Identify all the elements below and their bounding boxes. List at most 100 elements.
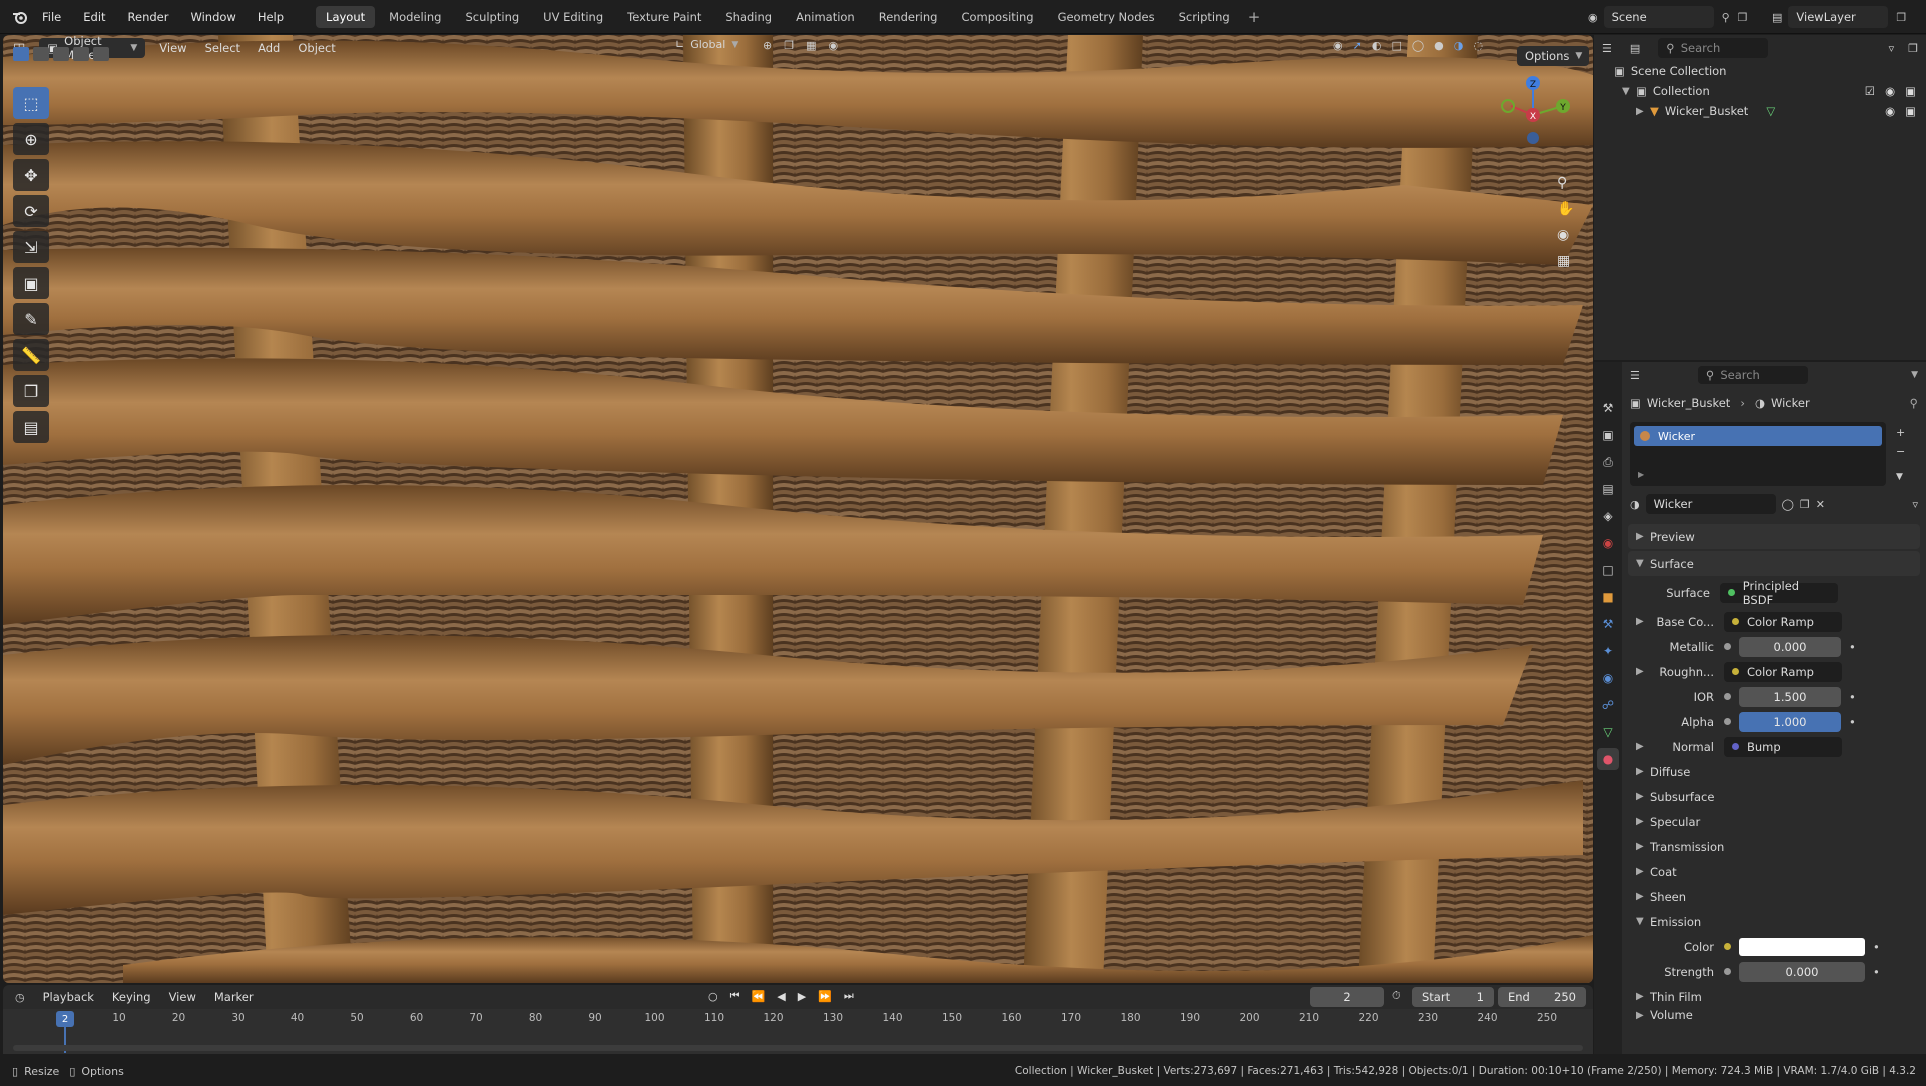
subpanel-subsurface[interactable]: ▶ Subsurface [1622,784,1926,809]
playhead-marker[interactable]: 2 [56,1011,74,1027]
tree-scene-collection[interactable]: ▣ Scene Collection [1594,61,1926,81]
play-reverse-icon[interactable]: ◀ [777,990,785,1003]
wireframe-shading-icon[interactable]: ◯ [1412,39,1424,52]
prev-keyframe-icon[interactable]: ⏪ [752,990,766,1003]
keyframe-dot-icon[interactable]: • [1873,965,1880,979]
mesh-data-icon[interactable]: ▽ [1766,104,1775,118]
menu-add[interactable]: Add [258,41,280,55]
tab-sculpting[interactable]: Sculpting [455,6,529,28]
add-cube-tool-icon[interactable]: ❐ [13,375,49,407]
eye-icon[interactable]: ◉ [1885,84,1895,98]
menu-marker[interactable]: Marker [214,990,254,1004]
material-shading-icon[interactable]: ◑ [1454,39,1464,52]
gizmo-toggle-icon[interactable]: ➚ [1353,39,1362,52]
camera-icon[interactable]: ▣ [1905,84,1916,98]
tab-scripting[interactable]: Scripting [1169,6,1240,28]
select-new-icon[interactable] [13,47,29,61]
timeline-track[interactable]: 10 20 30 40 50 60 70 80 90 100 110 120 130 140 150 160 1… [3,1009,1593,1054]
material-slot-item[interactable]: Wicker [1634,426,1882,446]
tab-layout[interactable]: Layout [316,5,376,28]
tab-modeling[interactable]: Modeling [379,6,451,28]
chevron-right-icon[interactable]: ▶ [1636,616,1650,627]
view-layer-selector[interactable]: ▤ ViewLayer ❐ [1772,6,1906,28]
tab-geometry-nodes[interactable]: Geometry Nodes [1048,6,1165,28]
jump-start-icon[interactable]: ⏮ [730,989,740,1003]
select-subtract-icon[interactable] [53,47,69,61]
menu-keying[interactable]: Keying [112,990,151,1004]
keyframe-dot-icon[interactable]: • [1849,715,1856,729]
object-tab-icon[interactable]: ■ [1597,586,1619,608]
modifier-tab-icon[interactable]: ⚒ [1597,613,1619,635]
pan-hand-icon[interactable]: ✋ [1557,201,1574,217]
subpanel-specular[interactable]: ▶ Specular [1622,809,1926,834]
chevron-right-icon[interactable]: ▶ [1636,666,1650,677]
start-frame-field[interactable]: Start 1 [1412,987,1494,1007]
outliner-editor-icon[interactable]: ☰ [1602,42,1612,55]
new-collection-icon[interactable]: ❐ [1908,42,1918,55]
select-extend-icon[interactable] [33,47,49,61]
menu-help[interactable]: Help [258,10,284,24]
input-number-field[interactable]: 1.000 [1739,711,1841,732]
remove-slot-icon[interactable]: − [1896,445,1905,458]
duplicate-icon[interactable]: ❐ [1800,498,1810,511]
tool-tab-icon[interactable]: ⚒ [1597,397,1619,419]
material-tab-icon[interactable]: ● [1597,748,1619,770]
select-box-tool-icon[interactable]: ⬚ [13,87,49,119]
chevron-down-icon[interactable]: ▼ [1896,472,1905,482]
physics-tab-icon[interactable]: ◉ [1597,667,1619,689]
menu-render[interactable]: Render [128,10,169,24]
scene-selector[interactable]: ◉ Scene ⚲ ❐ [1588,6,1748,28]
extrude-tool-icon[interactable]: ▤ [13,411,49,443]
zoom-icon[interactable]: ⚲ [1557,175,1574,191]
menu-file[interactable]: File [42,10,61,24]
measure-tool-icon[interactable]: 📏 [13,339,49,371]
scene-tab-icon[interactable]: ◈ [1597,505,1619,527]
select-invert-icon[interactable] [73,47,89,61]
chevron-down-icon[interactable]: ▼ [1911,370,1918,380]
tree-object-wicker[interactable]: ▶ ▼ Wicker_Busket ▽ ◉ ▣ [1594,101,1926,121]
jump-end-icon[interactable]: ⏭ [844,989,854,1003]
data-tab-icon[interactable]: ▽ [1597,721,1619,743]
auto-key-icon[interactable]: ○ [708,990,718,1003]
options-button[interactable]: Options ▼ [1517,46,1589,66]
stopwatch-icon[interactable]: ⏱ [1392,989,1401,1003]
subpanel-coat[interactable]: ▶ Coat [1622,859,1926,884]
pivot-icon[interactable]: ⊕ [763,39,772,52]
subpanel-emission[interactable]: ▼ Emission [1622,909,1926,934]
cursor-tool-icon[interactable]: ⊕ [13,123,49,155]
annotate-tool-icon[interactable]: ✎ [13,303,49,335]
camera-icon[interactable]: ▣ [1905,104,1916,118]
menu-edit[interactable]: Edit [83,10,105,24]
outliner-search-input[interactable]: ⚲ Search [1658,38,1769,58]
new-scene-icon[interactable]: ❐ [1738,11,1748,24]
surface-shader-field[interactable]: Principled BSDF [1720,579,1838,607]
play-icon[interactable]: ▶ [798,990,806,1003]
link-filter-icon[interactable]: ▿ [1912,498,1918,511]
visibility-icon[interactable]: ◉ [1333,39,1343,52]
timeline-editor-icon[interactable]: ◷ [15,991,25,1004]
properties-search-input[interactable]: ⚲ Search [1697,366,1808,384]
keyframe-dot-icon[interactable]: • [1849,690,1856,704]
subpanel-transmission[interactable]: ▶ Transmission [1622,834,1926,859]
snap-target-icon[interactable]: ▦ [806,39,816,52]
tab-uv-editing[interactable]: UV Editing [533,6,613,28]
chevron-right-icon[interactable]: ▶ [1636,741,1650,752]
collection-tab-icon[interactable]: □ [1597,559,1619,581]
next-keyframe-icon[interactable]: ⏩ [818,990,832,1003]
solid-shading-icon[interactable]: ● [1434,39,1444,52]
proportional-edit-icon[interactable]: ◉ [829,39,839,52]
new-view-layer-icon[interactable]: ❐ [1896,11,1906,24]
particles-tab-icon[interactable]: ✦ [1597,640,1619,662]
current-frame-field[interactable]: 2 [1310,987,1384,1007]
scene-field[interactable]: Scene [1603,6,1714,28]
panel-preview[interactable]: ▶ Preview [1628,524,1920,549]
filter-icon[interactable]: ▿ [1889,42,1895,55]
menu-select[interactable]: Select [205,41,240,55]
scale-tool-icon[interactable]: ⇲ [13,231,49,263]
input-link-field[interactable]: Bump [1724,736,1842,757]
subpanel-thin-film[interactable]: ▶ Thin Film [1622,984,1926,1009]
material-name-field[interactable]: Wicker [1645,494,1776,514]
tree-collection[interactable]: ▼ ▣ Collection ☑ ◉ ▣ [1594,81,1926,101]
transform-tool-icon[interactable]: ▣ [13,267,49,299]
orientation-selector[interactable]: ∟ Global ▼ [675,38,738,51]
